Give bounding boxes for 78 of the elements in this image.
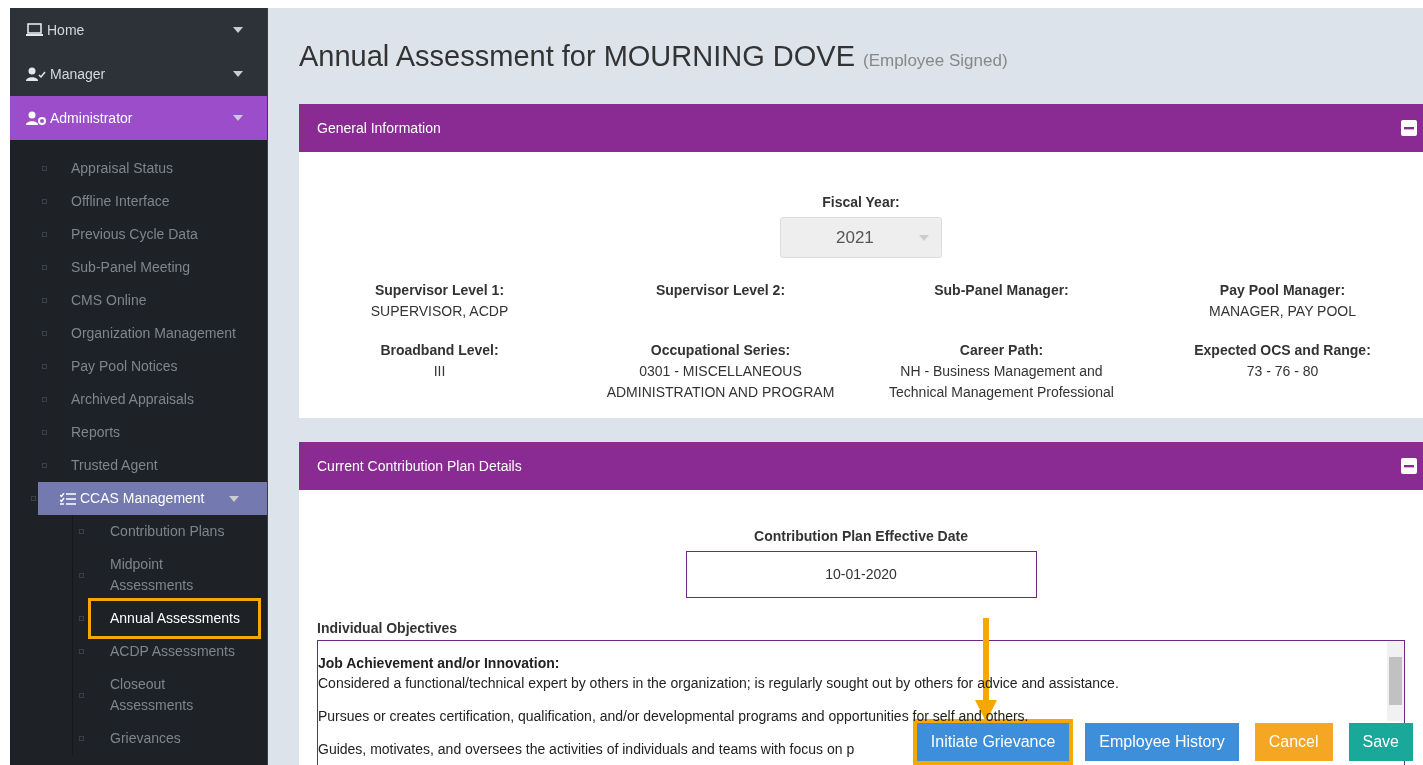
sidebar-item[interactable]: Closeout Assessments (110, 674, 246, 716)
user-gear-icon (26, 111, 46, 125)
sidebar-item[interactable]: Manager (10, 52, 267, 96)
caret-icon (233, 27, 243, 33)
sidebar-item[interactable]: Sub-Panel Meeting (71, 257, 191, 278)
sidebar-item[interactable]: ACDP Assessments (110, 641, 235, 662)
bullet-icon (79, 572, 84, 578)
collapse-icon[interactable] (1401, 120, 1417, 136)
field-label: Pay Pool Manager: (1219, 281, 1346, 300)
action-button[interactable]: Employee History (1085, 723, 1239, 761)
field-value: Technical Management Professional (889, 383, 1114, 402)
field-label: Occupational Series: (650, 341, 791, 360)
field-label: Broadband Level: (380, 341, 499, 360)
bullet-icon (79, 692, 84, 698)
bullet-icon (42, 232, 47, 237)
field-label: Career Path: (959, 341, 1044, 360)
bullet-icon (31, 496, 36, 501)
field-value: III (433, 362, 446, 381)
field-label: Sub-Panel Manager: (934, 281, 1069, 300)
field-value: SUPERVISOR, ACDP (370, 302, 509, 321)
sidebar-item[interactable]: Previous Cycle Data (71, 224, 198, 245)
user-check-icon (26, 67, 46, 81)
effective-date-field[interactable]: 10-01-2020 (685, 551, 1037, 598)
field-label: Supervisor Level 1: (374, 281, 505, 300)
caret-icon (229, 495, 239, 502)
panel-title: Current Contribution Plan Details (317, 456, 522, 476)
sidebar-item[interactable]: Archived Appraisals (71, 389, 194, 410)
field-value: ADMINISTRATION AND PROGRAM (606, 383, 835, 402)
bullet-icon (79, 649, 84, 654)
status-text: (Employee Signed) (863, 50, 1008, 72)
field-value: MANAGER, PAY POOL (1208, 302, 1356, 321)
field-value: 73 - 76 - 80 (1246, 362, 1319, 381)
sidebar-item[interactable]: Home (10, 8, 267, 52)
objective-heading: Job Achievement and/or Innovation: (318, 654, 561, 673)
bullet-icon (79, 736, 84, 741)
checklist-icon (60, 492, 76, 505)
scrollbar[interactable] (1387, 641, 1404, 721)
bullet-icon (42, 331, 47, 336)
page-title: Annual Assessment for MOURNING DOVE (299, 42, 855, 71)
field-label: Individual Objectives (317, 619, 459, 638)
field-label: Expected OCS and Range: (1194, 341, 1371, 360)
bullet-icon (79, 616, 84, 621)
sidebar-item[interactable]: Pay Pool Notices (71, 356, 178, 377)
bullet-icon (79, 529, 84, 534)
bullet-icon (42, 199, 47, 204)
bullet-icon (42, 430, 47, 435)
sidebar-item[interactable]: Administrator (10, 96, 267, 140)
bullet-icon (42, 298, 47, 303)
bullet-icon (42, 166, 47, 171)
sidebar-item[interactable]: CMS Online (71, 290, 147, 311)
field-label: Contribution Plan Effective Date (754, 527, 968, 546)
sidebar-item[interactable]: Offline Interface (71, 191, 170, 212)
sidebar-item[interactable]: Reports (71, 422, 121, 443)
bullet-icon (42, 364, 47, 369)
sidebar-item[interactable]: Trusted Agent (71, 455, 158, 476)
panel-title: General Information (317, 118, 441, 138)
collapse-icon[interactable] (1401, 458, 1417, 474)
field-value: 0301 - MISCELLANEOUS (639, 362, 802, 381)
bullet-icon (42, 463, 47, 468)
laptop-icon (26, 23, 43, 37)
sidebar-item[interactable]: Appraisal Status (71, 158, 173, 179)
caret-icon (233, 115, 243, 121)
action-button[interactable]: Initiate Grievance (916, 723, 1070, 761)
caret-icon (919, 234, 929, 241)
caret-icon (233, 71, 243, 77)
bullet-icon (42, 397, 47, 402)
sidebar-item[interactable]: CCAS Management (38, 482, 267, 515)
action-button[interactable]: Save (1348, 723, 1413, 761)
field-label: Fiscal Year: (822, 193, 900, 212)
field-label: Supervisor Level 2: (655, 281, 786, 300)
sidebar-item[interactable]: Midpoint Assessments (110, 554, 246, 596)
field-value: NH - Business Management and (900, 362, 1103, 381)
sidebar-item[interactable]: Grievances (110, 728, 181, 749)
objective-text: Guides, motivates, and oversees the activities of individuals and teams with focus on p (318, 740, 855, 759)
sidebar-item[interactable]: Organization Management (71, 323, 236, 344)
fiscal-year-select[interactable]: 2021 (780, 217, 942, 258)
sidebar-item[interactable]: Contribution Plans (110, 521, 225, 542)
bullet-icon (42, 265, 47, 270)
